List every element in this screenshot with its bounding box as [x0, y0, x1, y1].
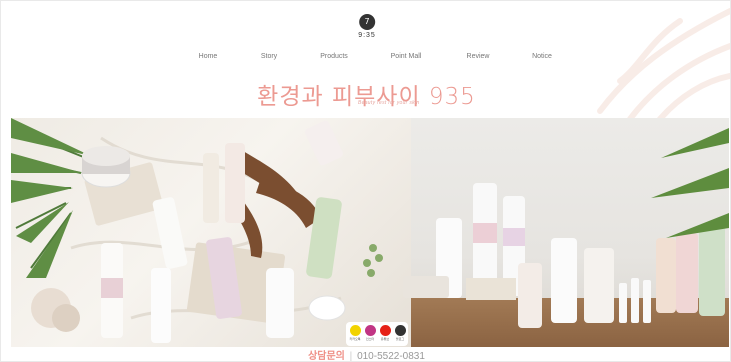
- nav-item-products[interactable]: Products: [320, 53, 348, 60]
- social-label: 블로그: [395, 337, 405, 341]
- instagram-icon: [364, 325, 376, 336]
- social-links: 카카오톡 인스타 유튜브 블로그: [346, 322, 408, 346]
- social-instagram[interactable]: 인스타: [364, 325, 376, 341]
- site-subtitle: Beauty rest for your skin: [358, 100, 420, 106]
- site-title-block: 환경과 피부사이 935 Beauty rest for your skin: [1, 77, 730, 113]
- nav-item-story[interactable]: Story: [261, 53, 277, 60]
- nav-item-point-mall[interactable]: Point Mall: [391, 53, 422, 60]
- page: 7 9:35 Home Story Products Point Mall Re…: [0, 0, 731, 362]
- youtube-icon: [379, 325, 391, 336]
- blog-icon: [394, 325, 406, 336]
- kakao-icon: [349, 325, 361, 336]
- social-label: 유튜브: [380, 337, 390, 341]
- main-nav: Home Story Products Point Mall Review No…: [1, 53, 730, 65]
- site-title: 환경과 피부사이 935: [257, 84, 476, 110]
- contact-separator: |: [349, 351, 353, 362]
- social-label: 카카오톡: [349, 337, 361, 341]
- contact-phone[interactable]: 010-5522-0831: [357, 351, 425, 361]
- social-blog[interactable]: 블로그: [394, 325, 406, 341]
- social-label: 인스타: [365, 337, 375, 341]
- logo-text: 9:35: [358, 32, 376, 39]
- hero-product-illustration: [11, 118, 729, 343]
- nav-item-notice[interactable]: Notice: [532, 53, 552, 60]
- social-kakao[interactable]: 카카오톡: [349, 325, 361, 341]
- contact-line: 상담문의 | 010-5522-0831: [1, 347, 730, 362]
- social-youtube[interactable]: 유튜브: [379, 325, 391, 341]
- nav-item-home[interactable]: Home: [199, 53, 218, 60]
- logo-mark: 7: [359, 14, 375, 30]
- brand-logo[interactable]: 7 9:35: [358, 14, 376, 39]
- hero-banner[interactable]: [11, 118, 729, 347]
- contact-label: 상담문의: [308, 351, 345, 362]
- nav-item-review[interactable]: Review: [467, 53, 490, 60]
